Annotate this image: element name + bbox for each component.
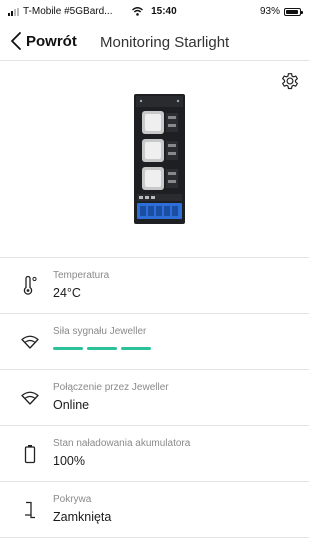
temperature-label: Temperatura xyxy=(53,270,110,281)
signal-strength-bars xyxy=(53,347,151,350)
list-item-jeweller-connection: Połączenie przez Jeweller Online xyxy=(0,369,309,425)
lid-label: Pokrywa xyxy=(53,494,92,505)
gear-icon[interactable] xyxy=(279,70,301,92)
list-divider-bottom xyxy=(0,537,309,540)
list-item-signal-strength: Siła sygnału Jeweller xyxy=(0,313,309,369)
cellular-signal-icon xyxy=(8,7,19,16)
list-item-temperature: Temperatura 24°C xyxy=(0,257,309,313)
chevron-left-icon xyxy=(11,32,21,50)
signal-strength-label: Siła sygnału Jeweller xyxy=(53,326,147,337)
device-info-list: Temperatura 24°C Siła sygnału Jeweller P… xyxy=(0,257,309,540)
list-item-lid: Pokrywa Zamknięta xyxy=(0,481,309,537)
wifi-icon xyxy=(132,7,144,16)
battery-status-icon xyxy=(284,7,303,16)
battery-percent: 93% xyxy=(259,6,280,17)
thermometer-icon xyxy=(23,276,37,295)
signal-bar xyxy=(53,347,83,350)
temperature-value: 24°C xyxy=(53,286,81,300)
connection-value: Online xyxy=(53,398,90,412)
connection-label: Połączenie przez Jeweller xyxy=(53,382,169,393)
navigation-bar: Powrót Monitoring Starlight xyxy=(0,26,309,61)
signal-icon xyxy=(21,335,39,349)
signal-bar xyxy=(121,347,151,350)
carrier-label: T-Mobile #5GBard... xyxy=(23,6,113,17)
list-item-battery: Stan naładowania akumulatora 100% xyxy=(0,425,309,481)
back-button[interactable]: Powrót xyxy=(10,31,77,51)
signal-bar xyxy=(87,347,117,350)
lid-value: Zamknięta xyxy=(53,510,112,524)
battery-value: 100% xyxy=(53,454,85,468)
battery-icon xyxy=(24,445,36,464)
back-label: Powrót xyxy=(26,32,77,50)
battery-label: Stan naładowania akumulatora xyxy=(53,438,191,449)
signal-icon xyxy=(21,391,39,405)
page-title: Monitoring Starlight xyxy=(100,34,230,51)
device-image xyxy=(134,94,185,224)
status-time: 15:40 xyxy=(151,6,177,17)
status-bar: T-Mobile #5GBard... 15:40 93% xyxy=(0,0,309,22)
lid-icon xyxy=(25,501,35,519)
